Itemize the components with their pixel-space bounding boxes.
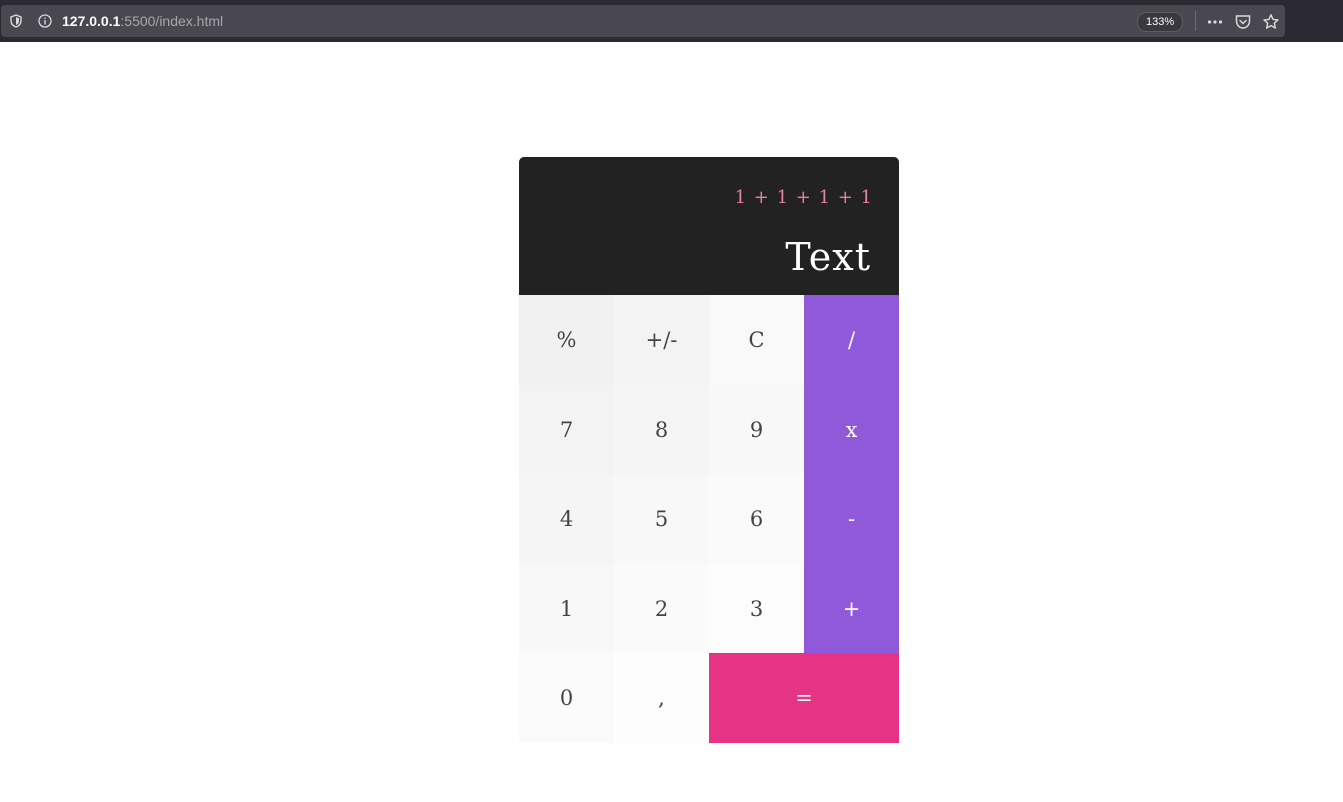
url-text[interactable]: 127.0.0.1:5500/index.html (62, 12, 223, 30)
decimal-button[interactable]: , (614, 653, 709, 743)
info-icon[interactable] (37, 13, 53, 29)
pocket-icon[interactable] (1234, 13, 1252, 31)
digit-8-button[interactable]: 8 (614, 385, 709, 475)
expression-display: 1 + 1 + 1 + 1 (734, 187, 873, 208)
subtract-button[interactable]: - (804, 474, 899, 564)
multiply-button[interactable]: x (804, 385, 899, 475)
browser-toolbar: 127.0.0.1:5500/index.html 133% (0, 0, 1343, 42)
add-button[interactable]: + (804, 564, 899, 654)
digit-4-button[interactable]: 4 (519, 474, 614, 564)
digit-6-button[interactable]: 6 (709, 474, 804, 564)
sign-toggle-button[interactable]: +/- (614, 295, 709, 385)
divide-button[interactable]: / (804, 295, 899, 385)
digit-2-button[interactable]: 2 (614, 564, 709, 654)
more-icon[interactable] (1206, 13, 1224, 31)
url-bar[interactable]: 127.0.0.1:5500/index.html 133% (1, 5, 1285, 37)
equals-button[interactable]: = (709, 653, 899, 743)
percent-button[interactable]: % (519, 295, 614, 385)
digit-9-button[interactable]: 9 (709, 385, 804, 475)
result-display: Text (785, 235, 871, 279)
url-host: 127.0.0.1 (62, 13, 121, 29)
digit-0-button[interactable]: 0 (519, 653, 614, 743)
url-path: :5500/index.html (120, 13, 224, 29)
calculator-display: 1 + 1 + 1 + 1 Text (519, 157, 899, 295)
clear-button[interactable]: C (709, 295, 804, 385)
zoom-level-badge[interactable]: 133% (1137, 12, 1184, 32)
digit-3-button[interactable]: 3 (709, 564, 804, 654)
digit-7-button[interactable]: 7 (519, 385, 614, 475)
url-bar-divider (1195, 11, 1196, 31)
digit-5-button[interactable]: 5 (614, 474, 709, 564)
calculator: 1 + 1 + 1 + 1 Text % +/- C / 7 8 9 x 4 5… (519, 157, 899, 743)
shield-icon[interactable] (8, 13, 24, 29)
keypad: % +/- C / 7 8 9 x 4 5 6 - 1 2 3 + 0 , = (519, 295, 899, 743)
bookmark-star-icon[interactable] (1262, 13, 1280, 31)
digit-1-button[interactable]: 1 (519, 564, 614, 654)
